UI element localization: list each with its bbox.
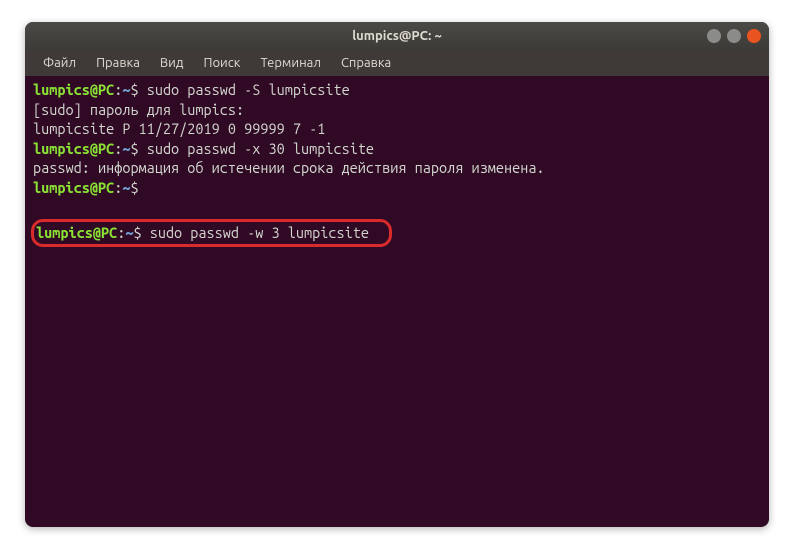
- window-controls: [707, 29, 761, 43]
- terminal-line: lumpics@PC:~$ sudo passwd -w 3 lumpicsit…: [36, 224, 369, 241]
- prompt-user: lumpics@PC: [33, 140, 114, 157]
- command-text: sudo passwd -S lumpicsite: [139, 81, 350, 98]
- menu-file[interactable]: Файл: [35, 54, 84, 72]
- menu-edit[interactable]: Правка: [88, 54, 148, 72]
- titlebar[interactable]: lumpics@PC: ~: [25, 22, 769, 50]
- command-text: sudo passwd -x 30 lumpicsite: [139, 140, 374, 157]
- blurred-command: [139, 179, 407, 196]
- prompt-dollar: $: [130, 81, 138, 98]
- terminal-line: passwd: информация об истечении срока де…: [33, 158, 761, 178]
- prompt-dollar: $: [130, 140, 138, 157]
- terminal-line: lumpics@PC:~$: [33, 178, 761, 198]
- terminal-body[interactable]: lumpics@PC:~$ sudo passwd -S lumpicsite …: [25, 76, 769, 251]
- minimize-button[interactable]: [707, 29, 721, 43]
- close-button[interactable]: [747, 29, 761, 43]
- terminal-line: lumpicsite P 11/27/2019 0 99999 7 -1: [33, 119, 761, 139]
- menu-search[interactable]: Поиск: [195, 54, 248, 72]
- terminal-line: lumpics@PC:~$ sudo passwd -x 30 lumpicsi…: [33, 139, 761, 159]
- menu-terminal[interactable]: Терминал: [252, 54, 328, 72]
- command-text: sudo passwd -w 3 lumpicsite: [142, 224, 369, 241]
- terminal-line: [sudo] пароль для lumpics:: [33, 100, 761, 120]
- prompt-dollar: $: [133, 224, 141, 241]
- highlighted-command-row: lumpics@PC:~$ sudo passwd -w 3 lumpicsit…: [31, 219, 392, 247]
- terminal-line: lumpics@PC:~$ sudo passwd -S lumpicsite: [33, 80, 761, 100]
- menu-view[interactable]: Вид: [152, 54, 192, 72]
- prompt-user: lumpics@PC: [33, 179, 114, 196]
- prompt-user: lumpics@PC: [36, 224, 117, 241]
- prompt-user: lumpics@PC: [33, 81, 114, 98]
- terminal-window: lumpics@PC: ~ Файл Правка Вид Поиск Терм…: [25, 22, 769, 527]
- menu-help[interactable]: Справка: [333, 54, 399, 72]
- window-title: lumpics@PC: ~: [352, 29, 442, 43]
- blurred-line: [33, 197, 761, 217]
- prompt-dollar: $: [130, 179, 138, 196]
- menubar: Файл Правка Вид Поиск Терминал Справка: [25, 50, 769, 76]
- maximize-button[interactable]: [727, 29, 741, 43]
